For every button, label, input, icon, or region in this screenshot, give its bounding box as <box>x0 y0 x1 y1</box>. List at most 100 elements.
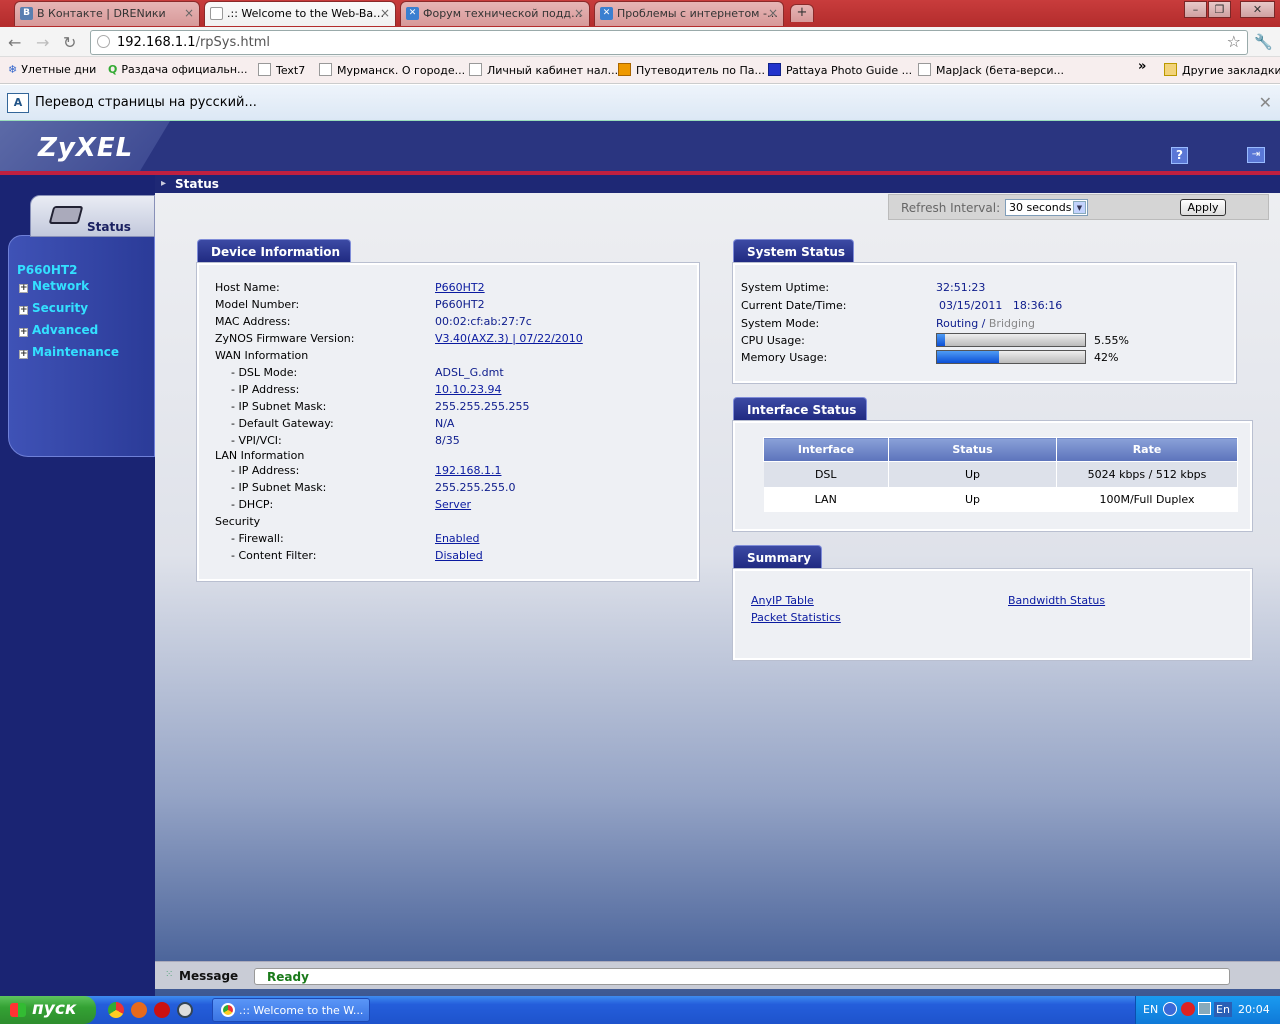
close-infobar-icon[interactable]: ✕ <box>1259 93 1272 112</box>
info-value: 255.255.255.0 <box>435 481 516 494</box>
bookmark-item[interactable]: ❄ Улетные дни <box>8 63 96 76</box>
cpu-usage-percent: 5.55% <box>1094 334 1129 347</box>
browser-tab[interactable]: В В Контакте | DRENики × <box>14 1 200 26</box>
sidebar-model-title[interactable]: P660HT2 <box>17 263 77 277</box>
close-tab-icon[interactable]: × <box>380 6 390 20</box>
dhcp-link[interactable]: Server <box>435 498 471 511</box>
memory-usage-fill <box>937 351 1000 363</box>
page-info-icon[interactable] <box>97 35 110 48</box>
chrome-quicklaunch-icon[interactable] <box>108 1002 124 1018</box>
summary-panel: AnyIP Table Bandwidth Status Packet Stat… <box>732 568 1253 661</box>
language-indicator[interactable]: EN <box>1143 1003 1158 1016</box>
wan-ip-link[interactable]: 10.10.23.94 <box>435 383 501 396</box>
cpu-usage-fill <box>937 334 946 346</box>
address-bar[interactable]: 192.168.1.1/rpSys.html ☆ <box>90 30 1248 55</box>
memory-label: Memory Usage: <box>741 351 828 364</box>
browser-tab-active[interactable]: .:: Welcome to the Web-Ba… × <box>204 1 396 26</box>
interface-status-panel: Interface Status Rate DSL Up 5024 kbps /… <box>732 420 1253 532</box>
logout-icon[interactable]: ⇥ <box>1247 147 1265 163</box>
forward-icon[interactable]: → <box>36 33 49 52</box>
bookmark-item[interactable]: Путеводитель по Па... <box>618 63 765 77</box>
translate-text[interactable]: Перевод страницы на русский... <box>35 95 257 110</box>
new-tab-icon[interactable]: + <box>790 4 814 22</box>
other-bookmarks[interactable]: Другие закладки <box>1164 63 1280 77</box>
browser-tab[interactable]: ✕ Проблемы с интернетом -… × <box>594 1 784 26</box>
forum-icon: ✕ <box>406 7 419 20</box>
bookmark-star-icon[interactable]: ☆ <box>1227 32 1241 51</box>
mode-routing: Routing <box>936 317 979 330</box>
info-value: 255.255.255.255 <box>435 400 530 413</box>
bookmark-item[interactable]: Q Раздача официальн... <box>108 63 248 76</box>
anyip-table-link[interactable]: AnyIP Table <box>751 594 814 607</box>
expand-icon: + <box>19 327 28 337</box>
refresh-interval-select[interactable]: 30 seconds ▼ <box>1005 199 1088 216</box>
apply-button[interactable]: Apply <box>1180 199 1226 216</box>
host-name-link[interactable]: P660HT2 <box>435 281 485 294</box>
memory-usage-percent: 42% <box>1094 351 1119 364</box>
sidebar-item-maintenance[interactable]: + Maintenance <box>19 345 119 359</box>
restore-icon[interactable]: ❐ <box>1208 1 1231 18</box>
close-tab-icon[interactable]: × <box>184 6 194 20</box>
sidebar-item-network[interactable]: + Network <box>19 279 89 293</box>
uptime-value: 32:51:23 <box>936 281 986 294</box>
bookmark-item[interactable]: Мурманск. О городе... <box>319 63 465 77</box>
help-icon[interactable]: ? <box>1171 147 1188 164</box>
info-label: - Content Filter: <box>231 549 317 562</box>
sidebar-item-security[interactable]: + Security <box>19 301 88 315</box>
browser-tab[interactable]: ✕ Форум технической подд… × <box>400 1 590 26</box>
bookmark-item[interactable]: MapJack (бета-верси... <box>918 63 1064 77</box>
minimize-icon[interactable]: – <box>1184 1 1207 18</box>
summary-title: Summary <box>733 545 822 569</box>
bandwidth-status-link[interactable]: Bandwidth Status <box>1008 594 1105 607</box>
sidebar-item-advanced[interactable]: + Advanced <box>19 323 98 337</box>
windows-flag-icon <box>10 1003 26 1017</box>
reload-icon[interactable]: ↻ <box>63 33 76 52</box>
translate-icon: A <box>7 93 29 113</box>
packet-statistics-link[interactable]: Packet Statistics <box>751 611 841 624</box>
info-label: Host Name: <box>215 281 280 294</box>
content-filter-link[interactable]: Disabled <box>435 549 483 562</box>
close-tab-icon[interactable]: × <box>574 6 584 20</box>
refresh-interval-label: Refresh Interval: <box>901 201 1001 215</box>
back-icon[interactable]: ← <box>8 33 21 52</box>
close-tab-icon[interactable]: × <box>768 6 778 20</box>
bookmark-item[interactable]: Text7 <box>258 63 305 77</box>
bookmark-item[interactable]: Личный кабинет нал... <box>469 63 618 77</box>
firefox-quicklaunch-icon[interactable] <box>131 1002 147 1018</box>
start-button[interactable]: пуск <box>0 996 96 1024</box>
router-header: ZyXEL ? ⇥ <box>0 121 1280 171</box>
tab-title: Форум технической подд… <box>423 7 582 20</box>
tray-network-icon[interactable] <box>1198 1002 1211 1015</box>
close-window-icon[interactable]: ✕ <box>1240 1 1275 18</box>
sidebar-status-tab[interactable]: Status <box>30 195 155 237</box>
table-header-row: Interface Status Rate <box>763 437 1238 462</box>
forum-icon: ✕ <box>600 7 613 20</box>
page-icon <box>918 63 931 76</box>
info-label: - DSL Mode: <box>231 366 298 379</box>
bookmark-item[interactable]: Pattaya Photo Guide ... <box>768 63 912 77</box>
bookmarks-overflow-icon[interactable]: » <box>1138 59 1146 74</box>
wrench-icon[interactable]: 🔧 <box>1254 33 1273 51</box>
keyboard-layout-indicator[interactable]: En <box>1214 1002 1232 1017</box>
page-title-bar: ▸ Status <box>155 175 1280 193</box>
opera-quicklaunch-icon[interactable] <box>154 1002 170 1018</box>
tab-title: В Контакте | DRENики <box>37 7 166 20</box>
taskbar-window-button[interactable]: .:: Welcome to the W... <box>212 998 370 1022</box>
table-cell: 100M/Full Duplex <box>1056 486 1238 512</box>
app-quicklaunch-icon[interactable] <box>177 1002 193 1018</box>
lan-ip-link[interactable]: 192.168.1.1 <box>435 464 501 477</box>
info-label: ZyNOS Firmware Version: <box>215 332 355 345</box>
interface-status-title: Interface Status <box>733 397 867 421</box>
section-label: LAN Information <box>215 449 305 462</box>
tab-title: Проблемы с интернетом -… <box>617 7 778 20</box>
mode-label: System Mode: <box>741 317 820 330</box>
firmware-link[interactable]: V3.40(AXZ.3) | 07/22/2010 <box>435 332 583 345</box>
sidebar-tab-label: Status <box>87 220 131 234</box>
table-row: DSL Up 5024 kbps / 512 kbps <box>763 461 1238 487</box>
tray-arrow-icon[interactable] <box>1163 1002 1177 1016</box>
firewall-link[interactable]: Enabled <box>435 532 479 545</box>
photo-icon <box>768 63 781 76</box>
tray-opera-icon[interactable] <box>1181 1002 1195 1016</box>
info-label: - IP Address: <box>231 383 300 396</box>
info-value: ADSL_G.dmt <box>435 366 504 379</box>
